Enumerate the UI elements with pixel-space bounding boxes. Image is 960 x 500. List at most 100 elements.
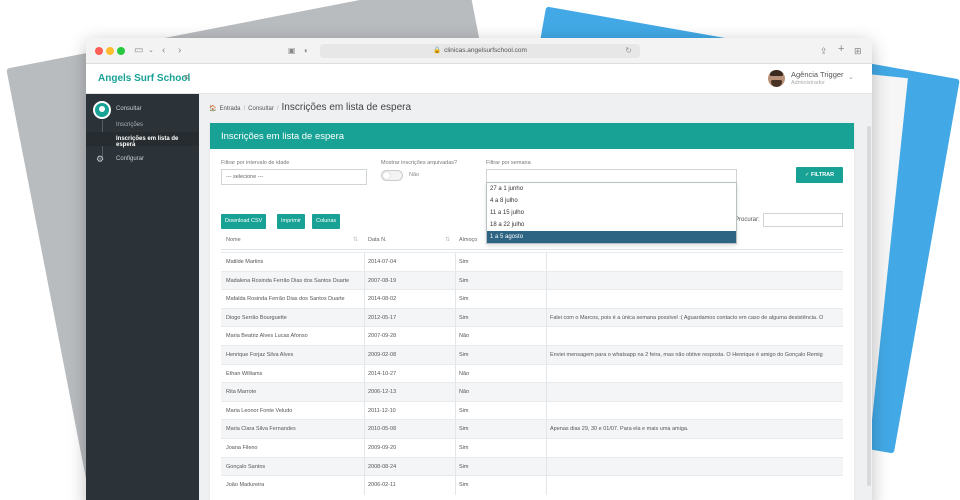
column-divider — [546, 346, 547, 365]
lock-icon: 🔒 — [433, 47, 442, 54]
user-avatar[interactable] — [768, 70, 785, 87]
search-input[interactable] — [763, 213, 843, 227]
cell-name: Madalena Rosinda Ferrão Dias dos Santos … — [226, 277, 350, 284]
cell-obs — [550, 290, 843, 308]
cell-name: Maria Clara Silva Fernandes — [226, 426, 296, 433]
table-row[interactable]: Joana Fileno 2009-09-20 Sim — [221, 438, 843, 458]
week-option[interactable]: 4 a 8 julho — [487, 195, 736, 207]
table-row[interactable]: Rita Marrote 2006-12-13 Não — [221, 382, 843, 402]
sidebar-user-icon — [93, 101, 111, 119]
columns-button[interactable]: Colunas — [312, 214, 341, 229]
column-divider — [364, 457, 365, 477]
cell-lunch: Não — [459, 333, 470, 340]
tab-overview-icon[interactable]: ⊞ — [854, 44, 862, 58]
sidebar-item-inscricoes[interactable]: Inscrições — [116, 122, 143, 128]
sidebar-item-lista-espera[interactable]: Inscrições em lista de espera — [116, 136, 199, 148]
table-row[interactable]: Henrique Forjaz Silva Alves 2009-02-08 Sim… — [221, 345, 843, 365]
cell-date: 2006-02-11 — [368, 482, 396, 489]
cell-date: 2007-09-28 — [368, 333, 397, 340]
archived-toggle[interactable] — [381, 170, 403, 181]
cell-lunch: Não — [459, 370, 470, 377]
age-filter-select[interactable]: --- selecione --- — [221, 169, 367, 185]
week-option-selected[interactable]: 1 a 5 agosto — [487, 231, 736, 243]
cell-name: João Madureira — [226, 482, 265, 489]
sidebar-item-configurar[interactable]: Configurar — [116, 156, 144, 162]
sidebar-item-consultar[interactable]: Consultar — [116, 106, 142, 112]
column-divider — [455, 271, 456, 291]
table-row[interactable]: Maria Beatriz Alves Lucas Afonso 2007-09-… — [221, 326, 843, 346]
cell-lunch: Sim — [459, 277, 469, 284]
column-divider — [455, 327, 456, 346]
table-row[interactable]: João Madureira 2006-02-11 Sim — [221, 475, 843, 495]
address-bar[interactable]: 🔒 clinicas.angelsurfschool.com ↻ — [320, 44, 640, 58]
column-divider — [455, 290, 456, 309]
sort-icon[interactable]: ⇅ — [353, 236, 358, 243]
page-scrollbar[interactable] — [867, 126, 871, 486]
week-option[interactable]: 18 a 22 julho — [487, 219, 736, 231]
url-text: clinicas.angelsurfschool.com — [444, 47, 527, 54]
cell-obs: Apenas dias 29, 30 e 01/07. Para ela e m… — [550, 426, 689, 433]
table-row[interactable]: Maria Clara Silva Fernandes 2010-05-08 Sim… — [221, 419, 843, 439]
week-option[interactable]: 11 a 15 julho — [487, 207, 736, 219]
table-row[interactable]: Ethan Williams 2014-10-27 Não — [221, 363, 843, 384]
table-row[interactable]: Mafalda Rosinda Ferrão Dias dos Santos D… — [221, 289, 843, 309]
sort-icon[interactable]: ⇅ — [445, 236, 450, 243]
cell-name: Joana Fileno — [226, 445, 258, 451]
menu-toggle-icon[interactable]: ≡ — [184, 72, 189, 82]
filter-button[interactable]: ✓ FILTRAR — [796, 167, 843, 183]
cell-date: 2008-08-24 — [368, 463, 397, 470]
column-header-data[interactable]: Data N. — [368, 232, 387, 248]
chevron-down-icon[interactable]: ⌄ — [148, 44, 154, 58]
brand-logo[interactable]: Angels Surf School — [98, 73, 190, 84]
cell-obs — [550, 365, 843, 383]
column-divider — [455, 253, 456, 272]
close-window-button[interactable] — [95, 47, 103, 55]
column-divider — [546, 383, 547, 402]
cell-date: 2011-12-10 — [368, 407, 396, 414]
week-option[interactable]: 27 a 1 junho — [487, 183, 736, 195]
cell-name: Diogo Serrão Bourguette — [226, 314, 287, 321]
column-divider — [455, 308, 456, 328]
breadcrumb-home[interactable]: Entrada — [219, 106, 240, 112]
waitlist-panel: Inscrições em lista de espera Filtrar po… — [210, 123, 854, 500]
new-tab-icon[interactable]: + — [838, 42, 844, 56]
column-divider — [455, 383, 456, 402]
column-divider — [364, 327, 365, 346]
forward-arrow-icon[interactable]: › — [178, 44, 181, 58]
table-row[interactable]: Diogo Serrão Bourguette 2012-05-17 Sim Fale… — [221, 307, 843, 328]
filter-button-label: FILTRAR — [811, 172, 835, 178]
minimize-window-button[interactable] — [106, 47, 114, 55]
cell-obs — [550, 402, 843, 420]
table-row[interactable]: Gonçalo Santos 2008-08-24 Sim — [221, 456, 843, 477]
table-row[interactable]: Matilde Martins 2014-07-04 Sim — [221, 252, 843, 272]
column-header-nome[interactable]: Nome — [226, 232, 241, 248]
column-divider — [455, 420, 456, 439]
sidebar-toggle-icon[interactable]: ▭ — [134, 44, 143, 58]
reader-icon[interactable]: ▣ — [288, 44, 296, 58]
column-divider — [364, 401, 365, 421]
table-row[interactable]: Madalena Rosinda Ferrão Dias dos Santos … — [221, 270, 843, 291]
maximize-window-button[interactable] — [117, 47, 125, 55]
cell-date: 2006-12-13 — [368, 389, 397, 396]
chevron-down-icon[interactable]: ⌄ — [848, 73, 854, 81]
column-divider — [364, 383, 365, 402]
privacy-shield-icon[interactable]: ◐ — [304, 44, 309, 58]
back-arrow-icon[interactable]: ‹ — [162, 44, 165, 58]
share-icon[interactable]: ⇪ — [820, 44, 828, 58]
cell-name: Mafalda Rosinda Ferrão Dias dos Santos D… — [226, 296, 345, 303]
cell-lunch: Sim — [459, 259, 469, 265]
print-button[interactable]: Imprimir — [277, 214, 305, 229]
column-divider — [364, 271, 365, 291]
cell-lunch: Sim — [459, 482, 469, 489]
cell-name: Henrique Forjaz Silva Alves — [226, 352, 294, 358]
reload-icon[interactable]: ↻ — [625, 44, 632, 58]
cell-lunch: Sim — [459, 445, 469, 451]
column-header-almoco[interactable]: Almoço — [459, 232, 477, 248]
download-csv-button[interactable]: Download CSV — [221, 214, 267, 229]
table-row[interactable]: Maria Leonor Fonte Veludo 2011-12-10 Sim — [221, 400, 843, 421]
column-divider — [546, 476, 547, 495]
column-divider — [364, 346, 365, 365]
breadcrumb-parent[interactable]: Consultar — [248, 106, 274, 112]
column-divider — [546, 308, 547, 328]
user-name[interactable]: Agência Trigger — [791, 70, 844, 79]
